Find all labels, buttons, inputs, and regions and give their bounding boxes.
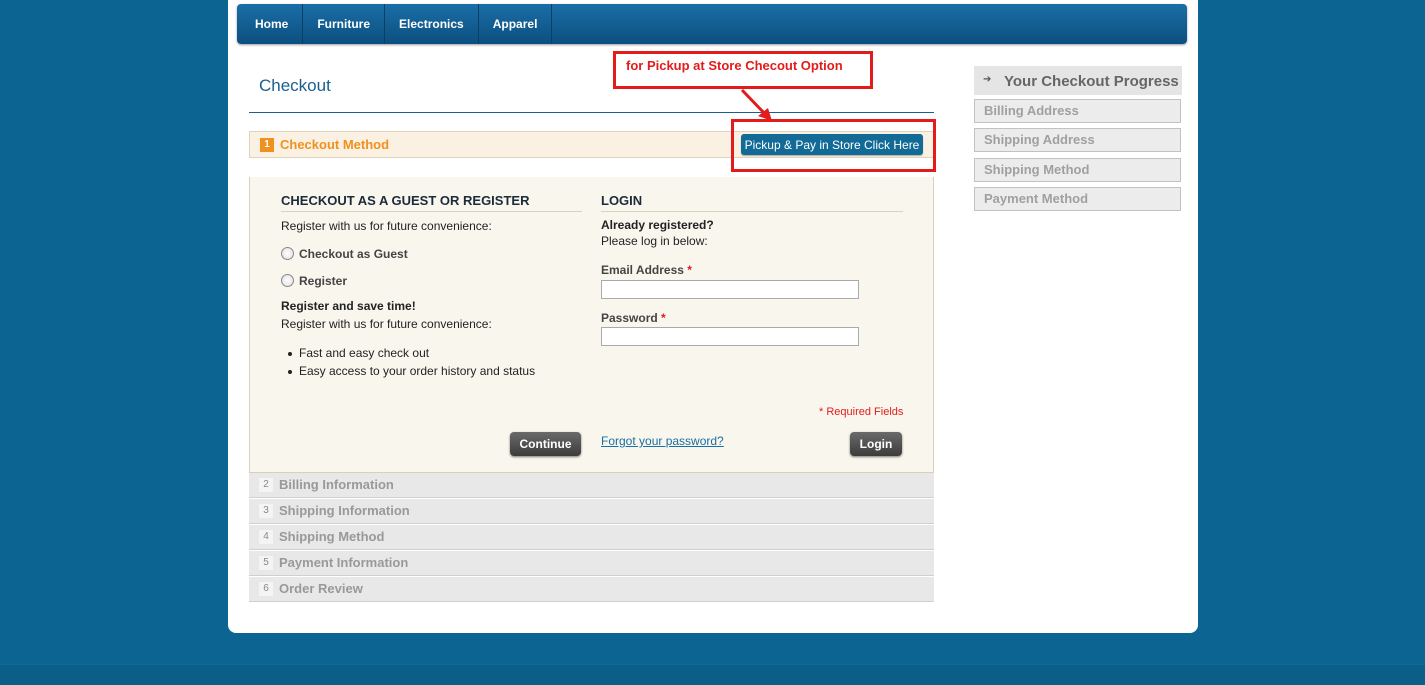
step-number: 6 xyxy=(259,582,273,596)
checkout-progress-title: Your Checkout Progress xyxy=(1004,73,1179,90)
guest-heading: CHECKOUT AS A GUEST OR REGISTER xyxy=(281,193,530,208)
footer-band xyxy=(0,664,1425,685)
annotation-text: for Pickup at Store Checout Option xyxy=(626,58,843,73)
login-button[interactable]: Login xyxy=(850,432,902,456)
pickup-pay-in-store-button[interactable]: Pickup & Pay in Store Click Here xyxy=(741,134,923,155)
step-title: Checkout Method xyxy=(280,137,390,152)
login-divider xyxy=(601,211,903,212)
step-title: Shipping Method xyxy=(279,529,385,544)
title-divider xyxy=(249,112,934,113)
login-heading: LOGIN xyxy=(601,193,643,208)
required-fields-note: * Required Fields xyxy=(819,406,904,418)
nav-apparel[interactable]: Apparel xyxy=(479,4,553,44)
step-number: 4 xyxy=(259,530,273,544)
step-shipping-method[interactable]: 4 Shipping Method xyxy=(249,525,934,550)
step-shipping-information[interactable]: 3 Shipping Information xyxy=(249,499,934,524)
step-number: 1 xyxy=(260,138,274,152)
step-number: 3 xyxy=(259,504,273,518)
step-title: Billing Information xyxy=(279,477,394,492)
checkout-progress-header: ➔ Your Checkout Progress xyxy=(974,66,1182,95)
nav-home[interactable]: Home xyxy=(237,4,304,44)
register-save-subtitle: Register with us for future convenience: xyxy=(281,317,492,331)
nav-furniture[interactable]: Furniture xyxy=(303,4,386,44)
benefit-item: Easy access to your order history and st… xyxy=(299,364,536,378)
step-title: Shipping Information xyxy=(279,503,410,518)
guest-intro: Register with us for future convenience: xyxy=(281,219,492,233)
benefit-item: Fast and easy check out xyxy=(299,346,430,360)
checkout-as-guest-radio[interactable] xyxy=(281,247,294,260)
step-title: Payment Information xyxy=(279,555,409,570)
page-container: Home Furniture Electronics Apparel Check… xyxy=(228,0,1198,633)
register-save-title: Register and save time! xyxy=(281,299,416,313)
bullet-dot xyxy=(288,370,292,374)
checkout-method-panel: CHECKOUT AS A GUEST OR REGISTER Register… xyxy=(249,177,934,473)
forgot-password-link[interactable]: Forgot your password? xyxy=(601,434,724,448)
guest-divider xyxy=(281,211,582,212)
continue-button[interactable]: Continue xyxy=(510,432,581,456)
step-billing-information[interactable]: 2 Billing Information xyxy=(249,473,934,498)
page-title: Checkout xyxy=(259,76,331,95)
progress-billing-address: Billing Address xyxy=(974,99,1181,123)
step-title: Order Review xyxy=(279,581,363,596)
progress-shipping-address: Shipping Address xyxy=(974,128,1181,152)
register-label[interactable]: Register xyxy=(299,274,347,288)
nav-electronics[interactable]: Electronics xyxy=(385,4,479,44)
annotation-callout: for Pickup at Store Checout Option xyxy=(613,51,873,89)
please-login-text: Please log in below: xyxy=(601,234,708,248)
email-label: Email Address * xyxy=(601,263,692,277)
step-order-review[interactable]: 6 Order Review xyxy=(249,577,934,602)
progress-shipping-method: Shipping Method xyxy=(974,158,1181,182)
step-number: 5 xyxy=(259,556,273,570)
password-label: Password * xyxy=(601,311,666,325)
email-field[interactable] xyxy=(601,280,859,299)
register-radio[interactable] xyxy=(281,274,294,287)
checkout-as-guest-label[interactable]: Checkout as Guest xyxy=(299,247,408,261)
progress-payment-method: Payment Method xyxy=(974,187,1181,211)
bullet-dot xyxy=(288,352,292,356)
main-navigation: Home Furniture Electronics Apparel xyxy=(237,4,1187,44)
password-field[interactable] xyxy=(601,327,859,346)
step-number: 2 xyxy=(259,478,273,492)
step-payment-information[interactable]: 5 Payment Information xyxy=(249,551,934,576)
already-registered-text: Already registered? xyxy=(601,218,714,232)
arrow-right-icon: ➔ xyxy=(983,74,992,85)
